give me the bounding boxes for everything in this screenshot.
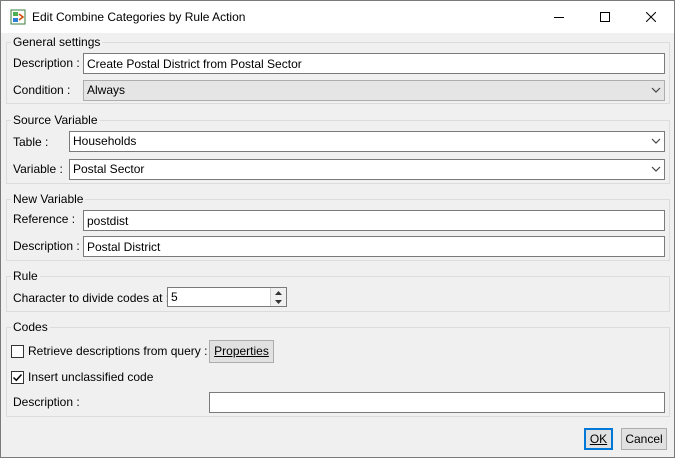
codes-description-label: Description :	[13, 395, 80, 409]
spin-down-button[interactable]	[271, 297, 286, 306]
window-title: Edit Combine Categories by Rule Action	[32, 10, 246, 24]
variable-value: Postal Sector	[73, 162, 145, 176]
retrieve-descriptions-checkbox[interactable]	[11, 345, 24, 358]
divide-stepper[interactable]: 5	[167, 287, 287, 307]
reference-label: Reference :	[13, 212, 76, 226]
ok-button-label: OK	[589, 432, 608, 446]
condition-value: Always	[87, 83, 126, 97]
checkmark-icon	[12, 373, 23, 382]
variable-select[interactable]: Postal Sector	[69, 159, 665, 180]
cancel-button[interactable]: Cancel	[621, 428, 667, 450]
cancel-button-label: Cancel	[625, 432, 663, 446]
table-value: Households	[73, 134, 137, 148]
retrieve-descriptions-label: Retrieve descriptions from query :	[28, 344, 208, 358]
new-description-label: Description :	[13, 239, 80, 253]
general-description-label: Description :	[13, 56, 80, 70]
divide-label: Character to divide codes at :	[13, 291, 170, 305]
new-variable-title: New Variable	[11, 192, 86, 206]
minimize-icon	[554, 17, 564, 18]
chevron-down-icon	[651, 166, 661, 172]
general-settings-title: General settings	[11, 35, 103, 49]
maximize-button[interactable]	[582, 1, 628, 33]
new-description-input[interactable]	[83, 236, 665, 257]
properties-button[interactable]: Properties	[209, 340, 274, 363]
maximize-icon	[600, 12, 610, 22]
properties-button-label: Properties	[214, 344, 269, 358]
insert-unclassified-label: Insert unclassified code	[28, 370, 154, 384]
caret-down-icon	[275, 299, 282, 304]
close-button[interactable]	[628, 1, 674, 33]
ok-button[interactable]: OK	[584, 428, 613, 450]
variable-label: Variable :	[13, 162, 63, 176]
minimize-button[interactable]	[536, 1, 582, 33]
condition-label: Condition :	[13, 83, 71, 97]
caret-up-icon	[275, 290, 282, 295]
combine-rule-icon	[10, 9, 26, 25]
reference-input[interactable]	[83, 210, 665, 231]
source-variable-title: Source Variable	[11, 113, 100, 127]
title-bar: Edit Combine Categories by Rule Action	[1, 1, 674, 33]
chevron-down-icon	[651, 138, 661, 144]
table-select[interactable]: Households	[69, 131, 665, 152]
close-icon	[646, 12, 656, 22]
dialog-window: Edit Combine Categories by Rule Action G…	[0, 0, 675, 458]
condition-select[interactable]: Always	[83, 80, 665, 101]
codes-description-input[interactable]	[209, 392, 665, 413]
divide-spin-buttons[interactable]	[270, 288, 286, 306]
table-label: Table :	[13, 135, 49, 149]
spin-up-button[interactable]	[271, 288, 286, 297]
divide-value: 5	[171, 290, 178, 304]
insert-unclassified-checkbox[interactable]	[11, 371, 24, 384]
codes-title: Codes	[11, 320, 50, 334]
general-description-input[interactable]	[83, 53, 665, 74]
rule-title: Rule	[11, 269, 40, 283]
chevron-down-icon	[651, 87, 661, 93]
